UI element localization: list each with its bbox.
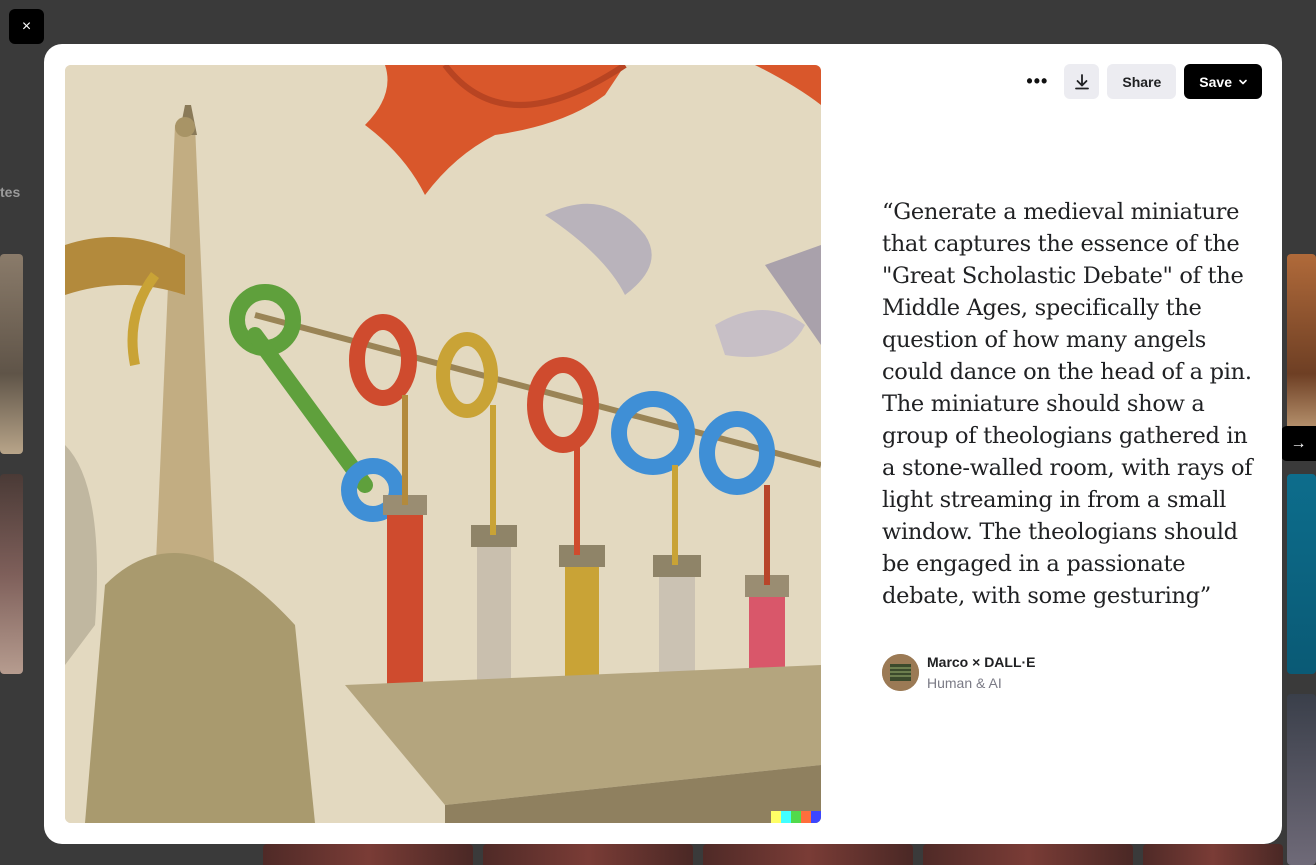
signature-swatch xyxy=(771,811,781,823)
more-options-button[interactable]: ••• xyxy=(1018,65,1056,99)
background-image-tile xyxy=(0,474,23,674)
background-image-tile xyxy=(703,844,913,865)
next-image-button[interactable]: → xyxy=(1281,426,1316,461)
background-image-tile xyxy=(1287,474,1316,674)
image-toolbar: ••• Share Save xyxy=(1018,64,1262,99)
background-page-label: tes xyxy=(0,184,21,200)
background-image-tile xyxy=(483,844,693,865)
close-button[interactable]: × xyxy=(9,9,44,44)
signature-swatch xyxy=(791,811,801,823)
ellipsis-icon: ••• xyxy=(1026,71,1049,91)
background-image-tile xyxy=(263,844,473,865)
download-icon xyxy=(1074,73,1089,89)
medieval-miniature-artwork xyxy=(65,65,821,823)
author-name[interactable]: Marco × DALL·E xyxy=(927,654,1036,670)
background-image-tile xyxy=(1287,254,1316,454)
prompt-text: “Generate a medieval miniature that capt… xyxy=(882,199,1253,609)
background-image-tile xyxy=(0,254,23,454)
share-button[interactable]: Share xyxy=(1107,64,1177,99)
background-image-tile xyxy=(1287,694,1316,865)
dalle-signature-bar xyxy=(771,811,821,823)
background-image-tile xyxy=(1143,844,1283,865)
image-detail-modal: ••• Share Save “Generate a medieval mini… xyxy=(44,44,1282,844)
signature-swatch xyxy=(811,811,821,823)
save-button-label: Save xyxy=(1199,73,1232,90)
background-image-tile xyxy=(923,844,1133,865)
signature-swatch xyxy=(801,811,811,823)
avatar-image-icon xyxy=(882,654,919,691)
generated-image[interactable] xyxy=(65,65,821,823)
author-attribution: Marco × DALL·E Human & AI xyxy=(882,654,1036,691)
author-text: Marco × DALL·E Human & AI xyxy=(927,654,1036,691)
close-icon: × xyxy=(21,17,32,35)
arrow-right-icon: → xyxy=(1290,434,1307,452)
author-subtitle: Human & AI xyxy=(927,675,1002,691)
download-button[interactable] xyxy=(1064,64,1100,99)
save-button[interactable]: Save xyxy=(1184,64,1262,99)
share-button-label: Share xyxy=(1122,73,1162,90)
signature-swatch xyxy=(781,811,791,823)
avatar[interactable] xyxy=(882,654,919,691)
chevron-down-icon xyxy=(1239,79,1247,84)
